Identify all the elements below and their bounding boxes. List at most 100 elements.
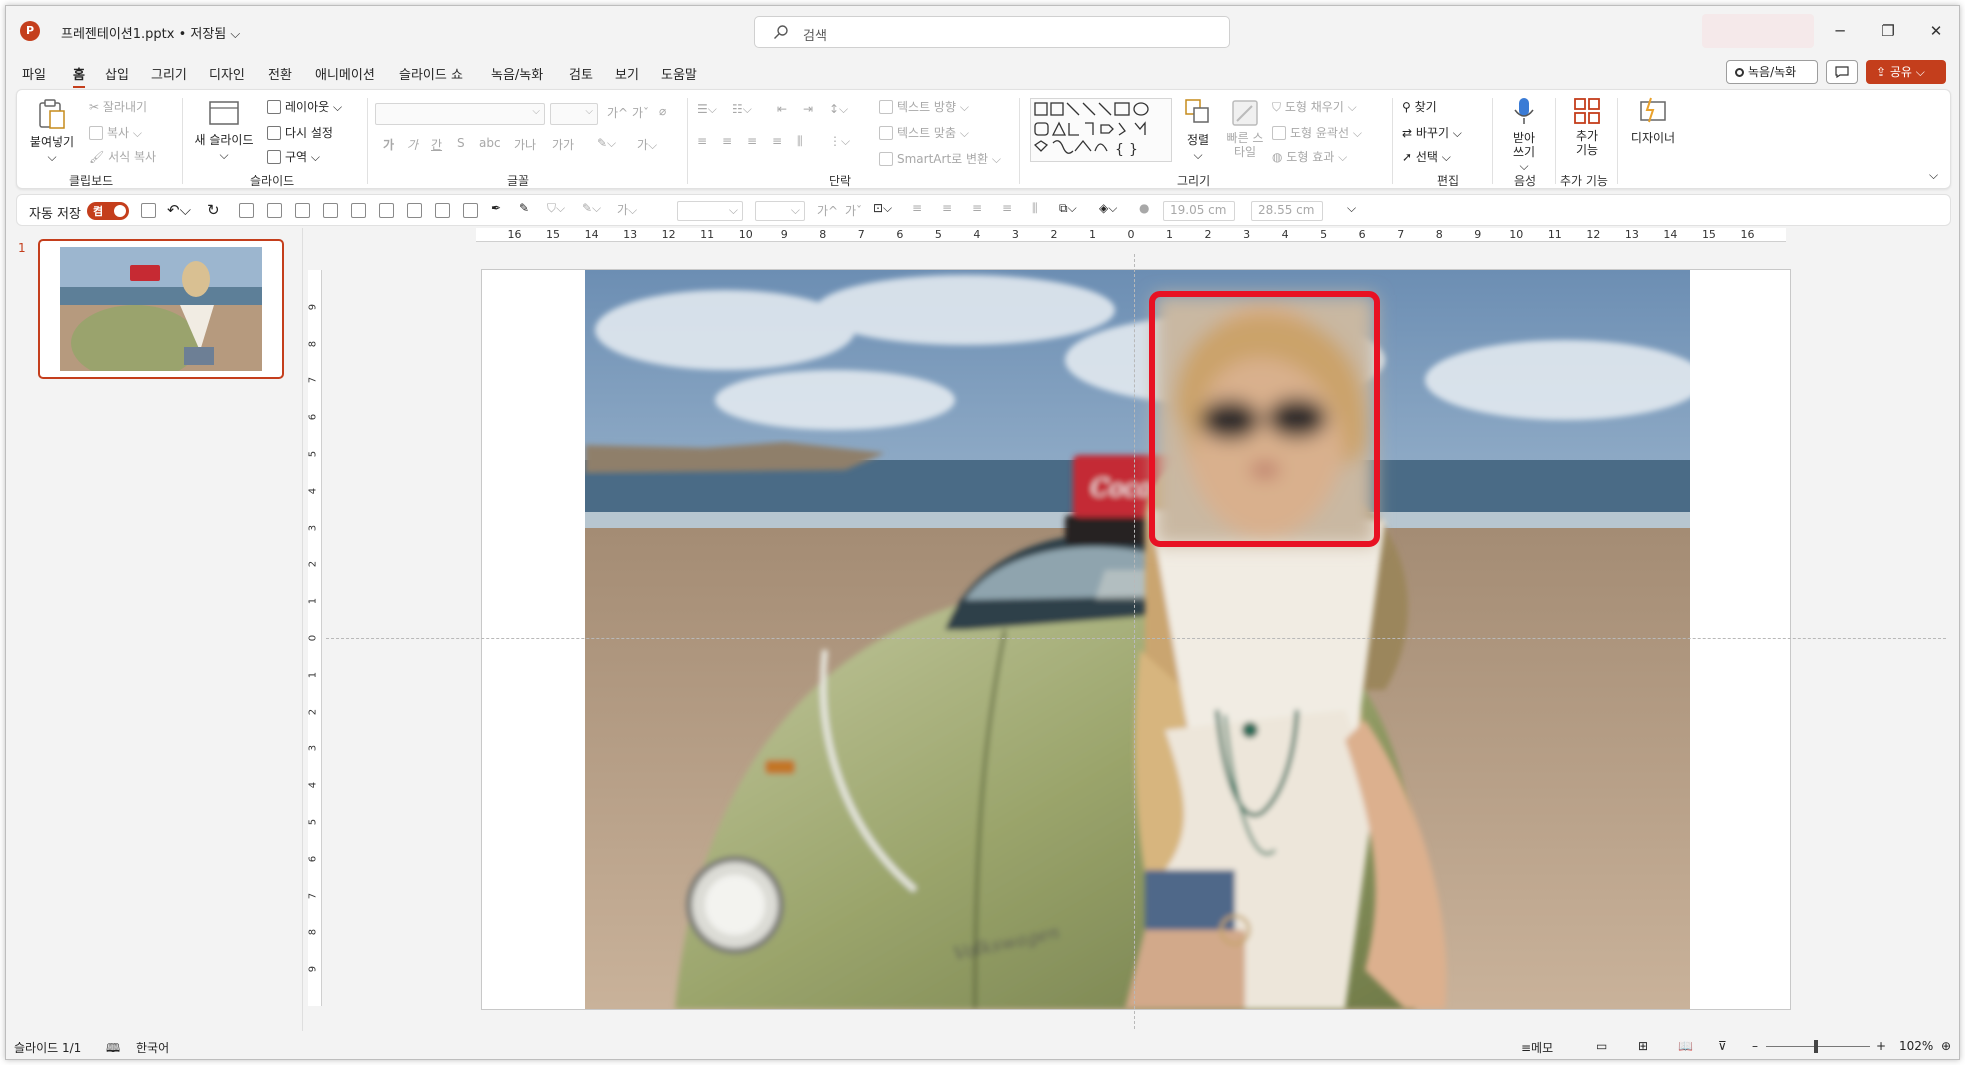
align-right-icon[interactable]: ≡ xyxy=(972,201,982,215)
quick-styles-button[interactable]: 빠른 스타일 xyxy=(1223,98,1267,159)
font-select-mini[interactable]: ⌵ xyxy=(677,201,743,221)
zoom-level[interactable]: 102% xyxy=(1899,1039,1933,1053)
align-center-objects-icon[interactable] xyxy=(295,203,310,218)
tab-record[interactable]: 녹음/녹화 xyxy=(491,64,543,83)
align-center-icon[interactable]: ≡ xyxy=(942,201,952,215)
justify-icon[interactable]: ≡ xyxy=(1002,201,1012,215)
circle-icon[interactable]: ● xyxy=(1139,201,1149,215)
zoom-out-button[interactable]: – xyxy=(1752,1039,1758,1053)
accessibility-icon[interactable]: 🕮 xyxy=(106,1039,120,1059)
align-left-objects-icon[interactable] xyxy=(267,203,282,218)
grow-font-icon[interactable]: 가^ xyxy=(817,202,838,219)
comment-button[interactable] xyxy=(1826,60,1858,84)
normal-view-icon[interactable]: ▭ xyxy=(1596,1039,1607,1053)
font-color-icon[interactable]: 가⌵ xyxy=(637,136,657,153)
slideshow-icon[interactable]: ⊽ xyxy=(1718,1039,1727,1053)
redo-icon[interactable]: ↻ xyxy=(207,201,220,219)
smartart-button[interactable]: SmartArt로 변환 ⌵ xyxy=(879,150,1001,167)
size-select-mini[interactable]: ⌵ xyxy=(755,201,805,221)
save-icon[interactable] xyxy=(141,203,156,218)
tab-insert[interactable]: 삽입 xyxy=(105,64,129,83)
slide-canvas[interactable]: Coca-Cola Volkswagen xyxy=(481,269,1791,1010)
tab-animations[interactable]: 애니메이션 xyxy=(315,64,375,83)
align-middle-objects-icon[interactable] xyxy=(379,203,394,218)
section-button[interactable]: 구역 ⌵ xyxy=(267,148,320,165)
minimize-button[interactable]: ─ xyxy=(1828,20,1852,44)
pen-icon[interactable]: ✎ xyxy=(519,201,529,215)
text-direction-button[interactable]: 텍스트 방향 ⌵ xyxy=(879,98,969,115)
bullets-icon[interactable]: ☰⌵ xyxy=(697,102,717,117)
horizontal-guide[interactable] xyxy=(326,638,1946,639)
align-top-objects-icon[interactable] xyxy=(351,203,366,218)
close-button[interactable]: ✕ xyxy=(1924,20,1948,44)
align-bottom-objects-icon[interactable] xyxy=(407,203,422,218)
notes-button[interactable]: ≡메모 xyxy=(1521,1039,1553,1056)
fit-slide-icon[interactable]: ⊕ xyxy=(1941,1039,1951,1053)
align-right-icon[interactable]: ≡ xyxy=(747,134,757,148)
height-field[interactable]: 19.05 cm xyxy=(1163,201,1235,221)
shape-outline-button[interactable]: 도형 윤곽선 ⌵ xyxy=(1272,124,1362,141)
zoom-slider[interactable] xyxy=(1766,1046,1870,1047)
language-indicator[interactable]: 한국어 xyxy=(136,1039,169,1056)
restore-button[interactable]: ❐ xyxy=(1876,20,1900,44)
line-spacing-icon[interactable]: ↕⌵ xyxy=(829,102,848,117)
layout-button[interactable]: 레이아웃 ⌵ xyxy=(267,98,342,115)
shape-color-icon[interactable]: ◈⌵ xyxy=(1099,201,1117,216)
reading-view-icon[interactable]: 📖 xyxy=(1678,1039,1693,1053)
underline-button[interactable]: 간 xyxy=(431,136,442,153)
record-button[interactable]: 녹음/녹화 xyxy=(1726,60,1818,84)
customize-qat-icon[interactable]: ⌵ xyxy=(1347,201,1356,216)
undo-icon[interactable]: ↶⌵ xyxy=(167,201,191,219)
shadow-button[interactable]: abc xyxy=(479,136,501,150)
crop-icon[interactable]: ⧉⌵ xyxy=(1059,201,1077,216)
copy-button[interactable]: 복사 ⌵ xyxy=(89,124,142,141)
designer-button[interactable]: 디자이너 xyxy=(1623,96,1683,146)
search-box[interactable]: 검색 xyxy=(754,16,1230,48)
tab-view[interactable]: 보기 xyxy=(615,64,639,83)
align-right-objects-icon[interactable] xyxy=(323,203,338,218)
strikethrough-button[interactable]: S xyxy=(457,136,465,150)
zoom-slider-thumb[interactable] xyxy=(1814,1040,1818,1053)
change-case-button[interactable]: 가가 xyxy=(552,136,574,153)
align-text-button[interactable]: 텍스트 맞춤 ⌵ xyxy=(879,124,969,141)
account-area[interactable] xyxy=(1702,14,1814,48)
align-left-icon[interactable]: ≡ xyxy=(697,134,707,148)
format-painter-button[interactable]: 🖌 서식 복사 xyxy=(89,148,156,165)
highlight-icon[interactable]: ✎⌵ xyxy=(597,136,616,151)
dictate-button[interactable]: 받아 쓰기 ⌵ xyxy=(1499,96,1549,173)
vertical-guide[interactable] xyxy=(1134,254,1135,1029)
document-title[interactable]: 프레젠테이션1.pptx • 저장됨 ⌵ xyxy=(61,23,240,42)
tab-design[interactable]: 디자인 xyxy=(209,64,245,83)
shape-effects-button[interactable]: ◍ 도형 효과 ⌵ xyxy=(1272,148,1347,165)
share-button[interactable]: ⇪ 공유 ⌵ xyxy=(1866,60,1946,84)
shape-fill-button[interactable]: ⛉ 도형 채우기 ⌵ xyxy=(1272,98,1357,115)
tab-file[interactable]: 파일 xyxy=(22,64,46,83)
font-size-select[interactable]: ⌵ xyxy=(550,103,598,125)
arrange-button[interactable]: 정렬 ⌵ xyxy=(1177,98,1219,163)
distribute-vertical-icon[interactable] xyxy=(463,203,478,218)
slide-thumbnail[interactable] xyxy=(38,239,284,379)
tab-home[interactable]: 홈 xyxy=(73,64,85,88)
align-center-icon[interactable]: ≡ xyxy=(722,134,732,148)
italic-button[interactable]: 가 xyxy=(407,136,418,153)
font-family-select[interactable]: ⌵ xyxy=(375,103,545,125)
width-field[interactable]: 28.55 cm xyxy=(1251,201,1323,221)
distribute-horizontal-icon[interactable] xyxy=(435,203,450,218)
tab-help[interactable]: 도움말 xyxy=(661,64,697,83)
outline-color-icon[interactable]: ✎⌵ xyxy=(582,201,601,216)
tab-slideshow[interactable]: 슬라이드 쇼 xyxy=(399,64,463,83)
slide-sorter-icon[interactable]: ⊞ xyxy=(1638,1039,1648,1053)
find-button[interactable]: ⚲ 찾기 xyxy=(1402,98,1437,115)
ribbon-collapse-icon[interactable]: ⌵ xyxy=(1929,168,1938,183)
paste-button[interactable]: 붙여넣기 ⌵ xyxy=(27,98,77,165)
char-spacing-button[interactable]: 가나 xyxy=(514,136,536,153)
fill-color-icon[interactable]: ⛉⌵ xyxy=(547,201,565,216)
reset-button[interactable]: 다시 설정 xyxy=(267,124,333,141)
eyedropper-icon[interactable]: ✒ xyxy=(491,201,501,215)
slide-photo[interactable]: Coca-Cola Volkswagen xyxy=(585,270,1690,1009)
tab-transitions[interactable]: 전환 xyxy=(268,64,292,83)
columns-icon[interactable]: ⫼ xyxy=(797,134,803,149)
grow-font-button[interactable]: 가^ xyxy=(607,104,628,121)
cut-button[interactable]: ✂ 잘라내기 xyxy=(89,98,147,115)
tab-draw[interactable]: 그리기 xyxy=(151,64,187,83)
